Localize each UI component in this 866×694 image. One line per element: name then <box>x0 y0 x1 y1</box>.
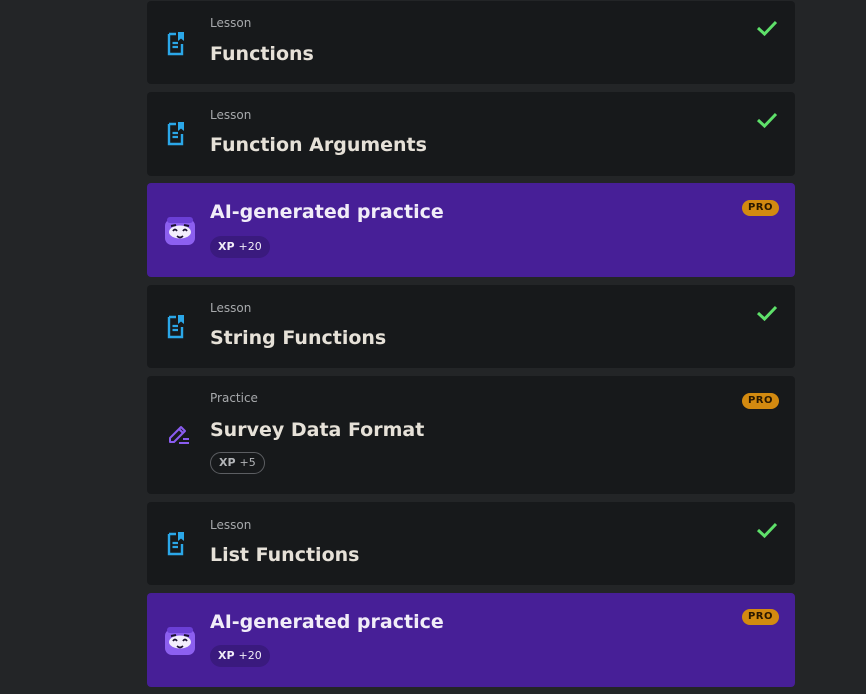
item-type-label: Lesson <box>210 518 252 532</box>
ai-mascot-icon <box>163 214 197 252</box>
list-item-list-functions[interactable]: Lesson List Functions <box>147 502 795 585</box>
xp-value: +20 <box>238 240 262 253</box>
item-title: AI-generated practice <box>210 611 444 633</box>
item-title: Functions <box>210 43 314 65</box>
xp-value: +20 <box>238 649 262 662</box>
xp-badge: XP +5 <box>210 452 265 474</box>
check-icon <box>756 305 778 322</box>
list-item-function-arguments[interactable]: Lesson Function Arguments <box>147 92 795 176</box>
item-type-label: Lesson <box>210 108 252 122</box>
item-title: Survey Data Format <box>210 419 425 441</box>
pro-badge: PRO <box>741 200 779 216</box>
check-icon <box>756 522 778 539</box>
xp-badge: XP +20 <box>210 645 270 667</box>
pencil-icon <box>167 422 191 450</box>
list-item-functions[interactable]: Lesson Functions <box>147 1 795 84</box>
lesson-doc-icon <box>165 313 187 343</box>
lesson-doc-icon <box>165 120 187 150</box>
xp-badge: XP +20 <box>210 236 270 258</box>
pro-badge: PRO <box>741 609 779 625</box>
item-title: List Functions <box>210 544 360 566</box>
lesson-doc-icon <box>165 30 187 60</box>
xp-value: +5 <box>239 456 256 469</box>
ai-mascot-icon <box>163 624 197 662</box>
item-title: String Functions <box>210 327 387 349</box>
pro-badge: PRO <box>741 393 779 409</box>
item-title: Function Arguments <box>210 134 427 156</box>
list-item-survey-data-format[interactable]: Practice Survey Data Format XP +5 PRO <box>147 376 795 494</box>
xp-label: XP <box>218 649 235 662</box>
item-type-label: Lesson <box>210 301 252 315</box>
item-type-label: Lesson <box>210 16 252 30</box>
list-item-ai-practice[interactable]: AI-generated practice XP +20 PRO <box>147 593 795 687</box>
list-item-string-functions[interactable]: Lesson String Functions <box>147 285 795 368</box>
check-icon <box>756 112 778 129</box>
check-icon <box>756 20 778 37</box>
list-item-ai-practice[interactable]: AI-generated practice XP +20 PRO <box>147 183 795 277</box>
item-title: AI-generated practice <box>210 201 444 223</box>
xp-label: XP <box>218 240 235 253</box>
item-type-label: Practice <box>210 391 258 405</box>
xp-label: XP <box>219 456 236 469</box>
lesson-doc-icon <box>165 530 187 560</box>
